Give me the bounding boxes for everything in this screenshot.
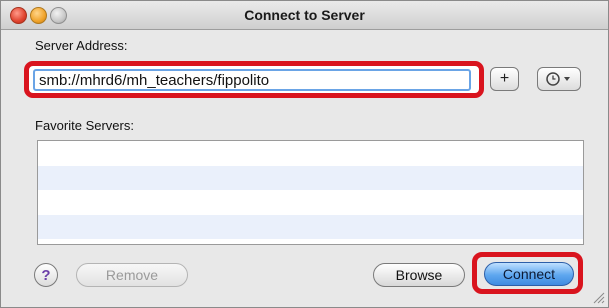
favorite-servers-list[interactable] [37,140,584,245]
question-mark-icon: ? [41,266,51,284]
connect-highlight: Connect [472,252,583,294]
list-row[interactable] [38,141,583,166]
list-row[interactable] [38,165,583,190]
title-bar: Connect to Server [1,1,608,30]
list-row[interactable] [38,214,583,239]
server-address-label: Server Address: [35,38,128,53]
browse-button[interactable]: Browse [373,263,465,287]
recent-servers-button[interactable] [537,67,581,91]
favorite-servers-label: Favorite Servers: [35,118,134,133]
window-title: Connect to Server [244,7,365,23]
server-address-highlight [24,61,484,98]
help-button[interactable]: ? [34,263,58,287]
connect-button[interactable]: Connect [484,262,574,286]
plus-icon: + [499,70,510,87]
add-favorite-button[interactable]: + [490,67,519,91]
resize-grip-icon[interactable] [593,292,605,304]
remove-button[interactable]: Remove [76,263,188,287]
server-address-input[interactable] [33,69,471,91]
connect-to-server-window: Connect to Server Server Address: + Favo… [0,0,609,308]
list-row[interactable] [38,190,583,215]
clock-dropdown-icon [546,72,570,86]
